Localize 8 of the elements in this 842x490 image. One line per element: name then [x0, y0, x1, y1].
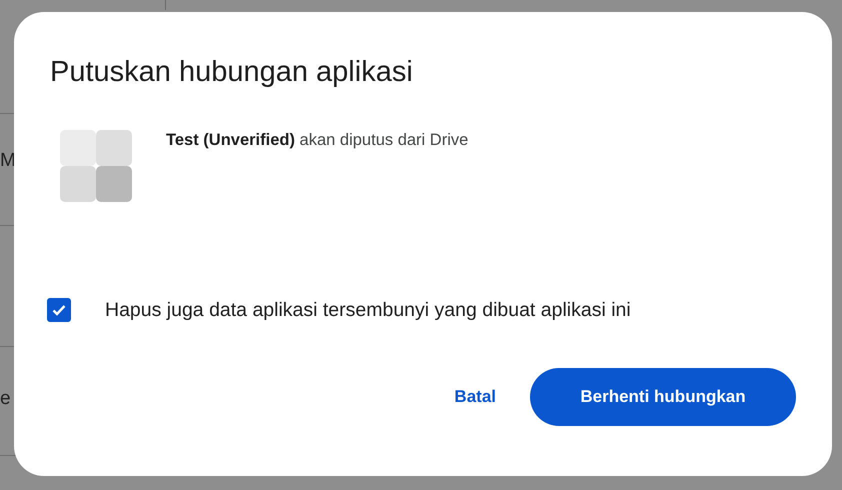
background-text: e	[0, 388, 11, 410]
app-icon	[60, 130, 132, 202]
cancel-button[interactable]: Batal	[442, 377, 508, 417]
disconnect-message: Test (Unverified) akan diputus dari Drive	[166, 130, 468, 151]
dialog-title: Putuskan hubungan aplikasi	[50, 55, 414, 90]
disconnect-button[interactable]: Berhenti hubungkan	[530, 368, 796, 426]
checkbox[interactable]	[47, 298, 71, 322]
checkbox-label: Hapus juga data aplikasi tersembunyi yang dibuat aplikasi ini	[105, 298, 631, 322]
